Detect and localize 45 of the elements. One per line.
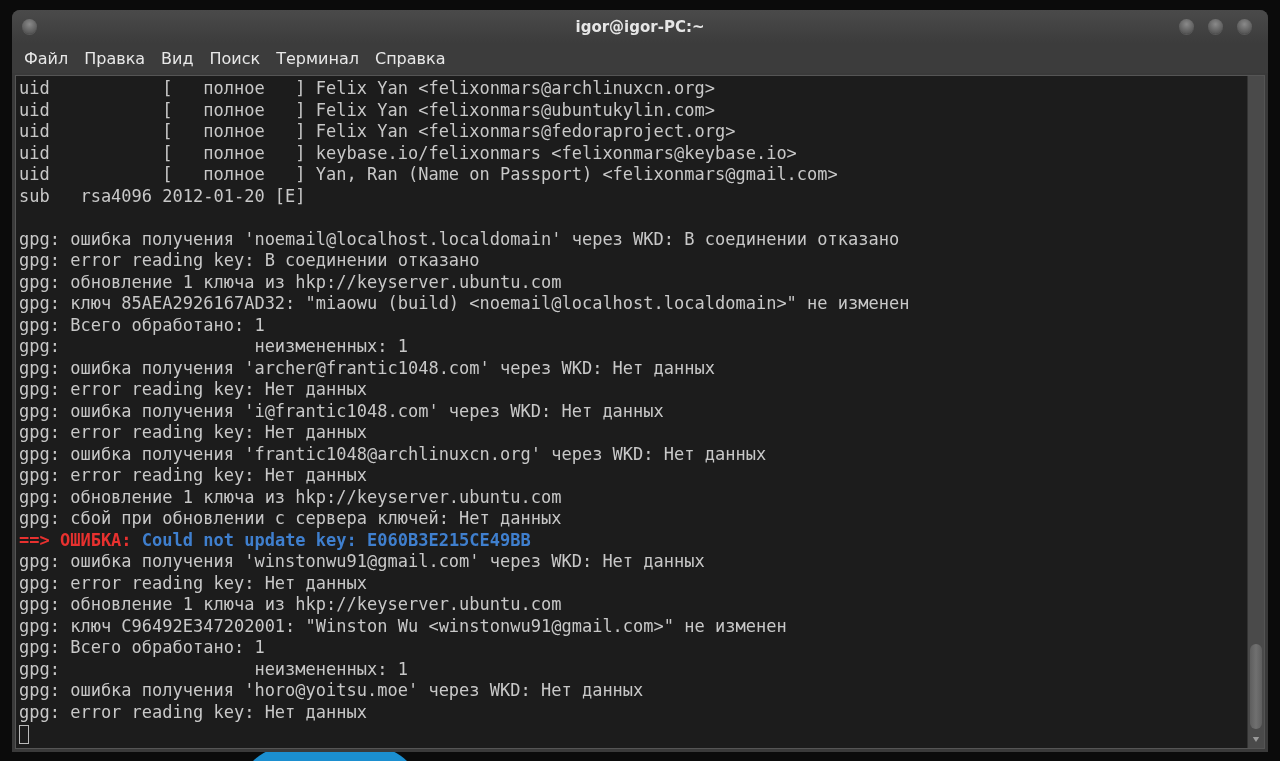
output-line: gpg: Всего обработано: 1 (19, 314, 266, 336)
menu-item[interactable]: Вид (153, 48, 202, 68)
output-line: gpg: неизмененных: 1 (19, 336, 409, 358)
output-line: gpg: ключ 85AEA2926167AD32: "miaowu (build) <noemail@localhost.localdomain>" не изменен (19, 293, 911, 315)
output-line: gpg: обновление 1 ключа из hkp://keyserver.ubuntu.com (19, 486, 563, 508)
menu-item[interactable]: Справка (366, 48, 454, 68)
output-line: gpg: error reading key: Нет данных (19, 379, 368, 401)
window-menu-button[interactable] (22, 19, 37, 34)
output-line: gpg: error reading key: Нет данных (19, 465, 368, 487)
output-line: gpg: неизмененных: 1 (19, 658, 409, 680)
window-title: igor@igor-PC:~ (575, 17, 705, 36)
output-line: sub rsa4096 2012-01-20 [E] (19, 185, 307, 207)
text-cursor (19, 724, 29, 744)
output-line: gpg: ошибка получения 'winstonwu91@gmail.com' через WKD: Нет данных (19, 551, 706, 573)
output-line: gpg: сбой при обновлении с сервера ключей: Нет данных (19, 508, 563, 530)
close-button[interactable] (1237, 19, 1252, 34)
menu-item[interactable]: Терминал (268, 48, 367, 68)
output-line: gpg: ключ C96492E347202001: "Winston Wu <winstonwu91@gmail.com>" не изменен (19, 615, 788, 637)
scrollbar[interactable] (1247, 76, 1264, 748)
output-line: gpg: ошибка получения 'frantic1048@archlinuxcn.org' через WKD: Нет данных (19, 443, 768, 465)
output-line: gpg: error reading key: Нет данных (19, 422, 368, 444)
output-line: gpg: error reading key: Нет данных (19, 701, 368, 723)
output-line: gpg: ошибка получения 'i@frantic1048.com' через WKD: Нет данных (19, 400, 665, 422)
menu-item[interactable]: Правка (76, 48, 154, 68)
down-arrow-icon[interactable] (1252, 737, 1260, 742)
output-line: gpg: ошибка получения 'noemail@localhost.localdomain' через WKD: В соединении отказано (19, 228, 901, 250)
maximize-button[interactable] (1208, 19, 1223, 34)
output-line: gpg: Всего обработано: 1 (19, 637, 266, 659)
output-line: gpg: обновление 1 ключа из hkp://keyserver.ubuntu.com (19, 271, 563, 293)
output-line: gpg: обновление 1 ключа из hkp://keyserver.ubuntu.com (19, 594, 563, 616)
menu-item[interactable]: Поиск (201, 48, 269, 68)
error-label: ==> ОШИБКА: (19, 529, 132, 550)
output-line: uid [ полное ] Felix Yan <felixonmars@archlinuxcn.org> (19, 78, 716, 100)
output-line: gpg: ошибка получения 'horo@yoitsu.moe' через WKD: Нет данных (19, 680, 645, 702)
output-line: gpg: error reading key: Нет данных (19, 572, 368, 594)
output-line: uid [ полное ] Felix Yan <felixonmars@ubuntukylin.com> (19, 99, 716, 121)
minimize-button[interactable] (1179, 19, 1194, 34)
menu-item[interactable]: Файл (16, 48, 77, 68)
output-line: uid [ полное ] Felix Yan <felixonmars@fedoraproject.org> (19, 121, 737, 143)
output-line: uid [ полное ] Yan, Ran (Name on Passport) <felixonmars@gmail.com> (19, 164, 839, 186)
output-line: gpg: error reading key: В соединении отказано (19, 250, 481, 272)
output-line: uid [ полное ] keybase.io/felixonmars <felixonmars@keybase.io> (19, 142, 798, 164)
scrollbar-thumb[interactable] (1250, 644, 1262, 729)
output-line: gpg: ошибка получения 'archer@frantic1048.com' через WKD: Нет данных (19, 357, 716, 379)
error-message: Could not update key: E060B3E215CE49BB (141, 529, 531, 550)
